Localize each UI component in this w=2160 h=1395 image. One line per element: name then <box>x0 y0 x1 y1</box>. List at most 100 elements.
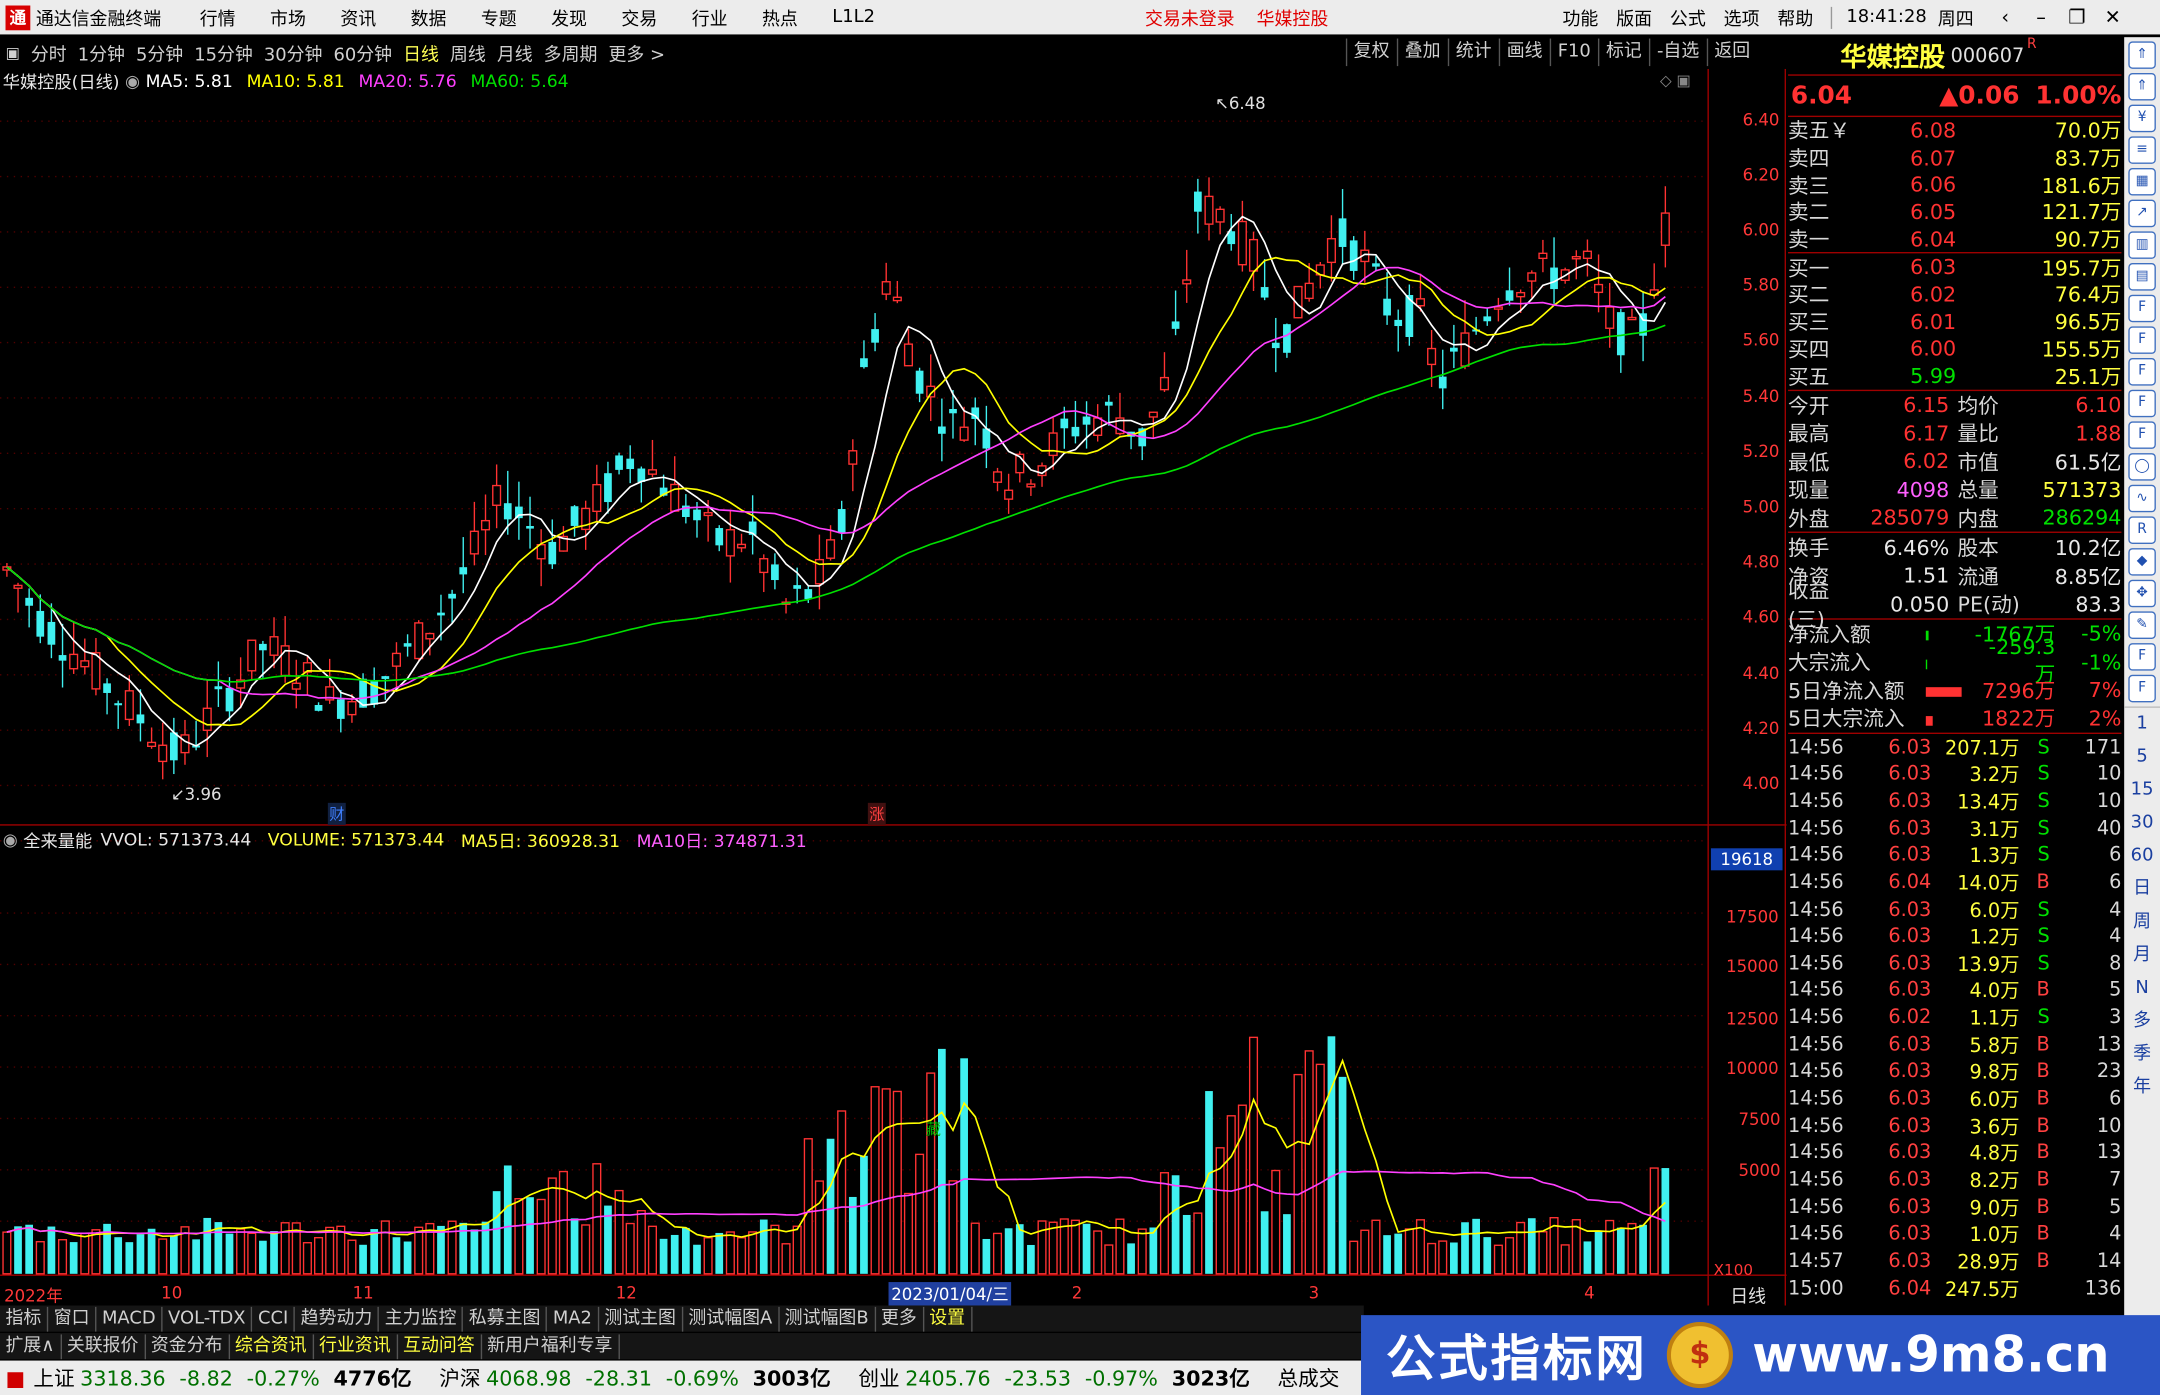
tool-f10[interactable]: F10 <box>1549 38 1597 67</box>
period-more[interactable]: 更多 > <box>603 39 671 66</box>
side-period-日[interactable]: 日 <box>2124 873 2160 906</box>
side-period-30[interactable]: 30 <box>2124 807 2160 840</box>
side-period-N[interactable]: N <box>2124 972 2160 1005</box>
bid-price[interactable]: 5.99 <box>1871 364 1956 389</box>
info-tab[interactable]: 新用户福利专享 <box>482 1333 620 1359</box>
chart-icon[interactable]: ↗ <box>2128 199 2156 228</box>
menu-shuju[interactable]: 数据 <box>411 4 447 31</box>
bid-price[interactable]: 6.01 <box>1871 309 1956 334</box>
bid-price[interactable]: 6.03 <box>1871 255 1956 280</box>
indicator-tab[interactable]: 测试幅图A <box>683 1306 780 1331</box>
info-tab[interactable]: 关联报价 <box>61 1333 146 1359</box>
period-multi[interactable]: 多周期 <box>538 39 603 66</box>
mark-icon[interactable]: ◆ <box>2128 548 2156 576</box>
period-15min[interactable]: 15分钟 <box>189 39 259 66</box>
event-limit-up-marker[interactable]: 涨 <box>867 802 886 825</box>
indicator-tab[interactable]: 设置 <box>924 1306 972 1331</box>
ask-price[interactable]: 6.08 <box>1871 118 1956 143</box>
indicator-tab[interactable]: 更多 <box>875 1306 924 1331</box>
back-arrow-icon[interactable]: ‹ <box>1987 6 2023 28</box>
menu-zhuanti[interactable]: 专题 <box>481 4 517 31</box>
info-tab[interactable]: 扩展∧ <box>0 1333 62 1359</box>
menu-gongneng[interactable]: 功能 <box>1562 4 1598 31</box>
restore-icon[interactable]: ❐ <box>2059 6 2095 28</box>
list-icon[interactable]: ≡ <box>2128 136 2156 164</box>
grid-icon[interactable]: ▤ <box>2128 263 2156 291</box>
side-period-季[interactable]: 季 <box>2124 1038 2160 1071</box>
f10-icon[interactable]: F <box>2128 326 2156 354</box>
period-monthly[interactable]: 月线 <box>491 39 538 66</box>
period-daily[interactable]: 日线 <box>398 39 445 66</box>
menu-faxian[interactable]: 发现 <box>551 4 587 31</box>
up-icon[interactable]: ⇑ <box>2128 41 2156 69</box>
info-tab[interactable]: 行业资讯 <box>313 1333 398 1359</box>
indicator-tab[interactable]: 指标 <box>0 1306 49 1331</box>
side-period-年[interactable]: 年 <box>2124 1071 2160 1104</box>
menu-redian[interactable]: 热点 <box>762 4 798 31</box>
indicator-tab[interactable]: MACD <box>96 1306 163 1331</box>
chart-canvas[interactable] <box>0 68 1787 1306</box>
tool-stats[interactable]: 统计 <box>1447 38 1498 67</box>
bid-price[interactable]: 6.02 <box>1871 282 1956 307</box>
tool-back[interactable]: 返回 <box>1706 38 1757 67</box>
ask-price[interactable]: 6.05 <box>1871 200 1956 225</box>
menu-bangzhu[interactable]: 帮助 <box>1777 4 1813 31</box>
indicator-tab[interactable]: MA2 <box>547 1306 599 1331</box>
side-period-1[interactable]: 1 <box>2124 708 2160 741</box>
side-period-月[interactable]: 月 <box>2124 939 2160 972</box>
indicator-tab[interactable]: 主力监控 <box>379 1306 464 1331</box>
indicator-tab[interactable]: 私募主图 <box>463 1306 548 1331</box>
period-30min[interactable]: 30分钟 <box>258 39 328 66</box>
side-period-周[interactable]: 周 <box>2124 906 2160 939</box>
indicator-tab[interactable]: CCI <box>252 1306 296 1331</box>
menu-gongshi[interactable]: 公式 <box>1670 4 1706 31</box>
side-period-5[interactable]: 5 <box>2124 741 2160 774</box>
circle-icon[interactable]: ◯ <box>2128 453 2156 481</box>
line-icon[interactable]: ∿ <box>2128 484 2156 513</box>
event-finance-marker[interactable]: 财 <box>327 802 346 825</box>
index-item[interactable]: 上证 3318.36 -8.82 -0.27% 4776亿 <box>33 1363 420 1392</box>
bid-price[interactable]: 6.00 <box>1871 336 1956 361</box>
menu-zixun[interactable]: 资讯 <box>340 4 376 31</box>
trade-login-status[interactable]: 交易未登录 <box>1145 4 1235 31</box>
tool-draw[interactable]: 画线 <box>1498 38 1549 67</box>
f6-icon[interactable]: F <box>2128 674 2156 703</box>
fq-icon[interactable]: F <box>2128 294 2156 323</box>
ask-price[interactable]: 6.07 <box>1871 145 1956 170</box>
table-icon[interactable]: ▦ <box>2128 168 2156 196</box>
fund-icon[interactable]: ¥ <box>2128 104 2156 133</box>
info-tab[interactable]: 综合资讯 <box>229 1333 314 1359</box>
close-icon[interactable]: ✕ <box>2095 6 2131 28</box>
tool-mark[interactable]: 标记 <box>1597 38 1649 67</box>
indicator-tab[interactable]: 测试主图 <box>599 1306 683 1331</box>
rsi-icon[interactable]: R <box>2128 516 2156 544</box>
menu-hangqing[interactable]: 行情 <box>200 4 236 31</box>
ask-price[interactable]: 6.06 <box>1871 172 1956 197</box>
indicator-tab[interactable]: VOL-TDX <box>163 1306 253 1331</box>
tick-list[interactable]: 14:56 6.03 207.1万 S 171 14:56 6.03 3.2万 S 10 14:56… <box>1788 734 2121 1302</box>
legend-settings-icon[interactable]: ◉ <box>3 828 18 849</box>
f5-icon[interactable]: F <box>2128 643 2156 671</box>
side-period-60[interactable]: 60 <box>2124 840 2160 873</box>
period-1min[interactable]: 1分钟 <box>72 39 130 66</box>
period-weekly[interactable]: 周线 <box>444 39 491 66</box>
minimize-icon[interactable]: – <box>2023 6 2059 28</box>
f2-icon[interactable]: F <box>2128 389 2156 418</box>
menu-xuanxiang[interactable]: 选项 <box>1724 4 1760 31</box>
info-tab[interactable]: 资金分布 <box>145 1333 230 1359</box>
kline-icon[interactable]: ▥ <box>2128 231 2156 259</box>
menu-shichang[interactable]: 市场 <box>270 4 306 31</box>
panel-toggle-icon[interactable]: ▣ <box>0 43 25 61</box>
up-icon[interactable]: ⇑ <box>2128 72 2156 101</box>
chart-window-icons[interactable]: ◇ ▣ <box>1660 72 1691 90</box>
side-period-15[interactable]: 15 <box>2124 774 2160 807</box>
info-tab[interactable]: 互动问答 <box>398 1333 482 1359</box>
menu-banmian[interactable]: 版面 <box>1616 4 1652 31</box>
period-fenshi[interactable]: 分时 <box>25 39 72 66</box>
ask-price[interactable]: 6.04 <box>1871 227 1956 252</box>
menu-hangye[interactable]: 行业 <box>692 4 728 31</box>
menu-jiaoyi[interactable]: 交易 <box>621 4 657 31</box>
index-item[interactable]: 沪深 4068.98 -28.31 -0.69% 3003亿 <box>439 1363 839 1392</box>
pen-icon[interactable]: ✎ <box>2128 611 2156 639</box>
period-60min[interactable]: 60分钟 <box>328 39 398 66</box>
